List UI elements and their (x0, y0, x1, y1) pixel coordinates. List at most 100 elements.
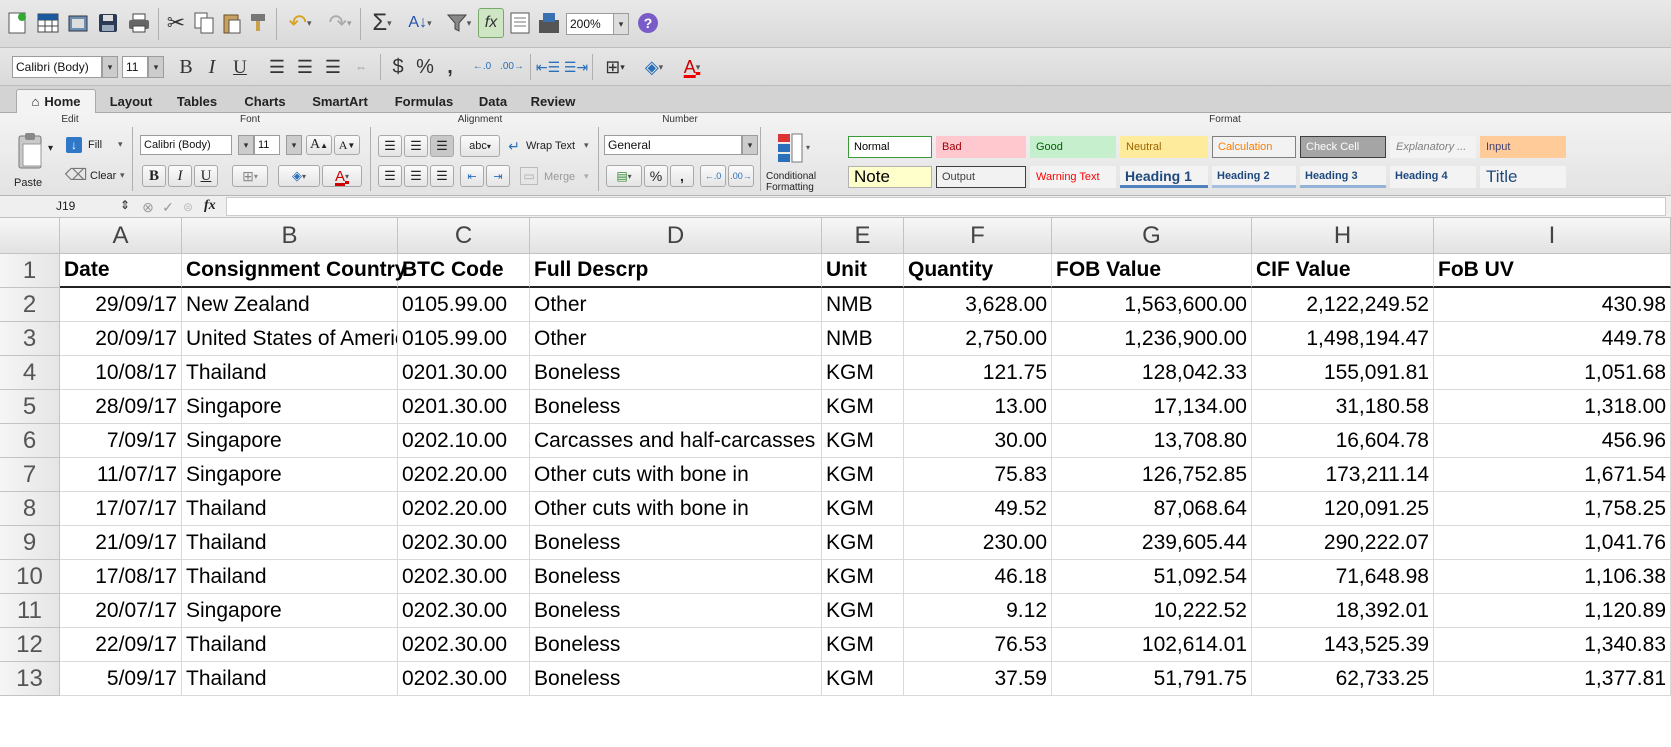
cell-a5[interactable]: 28/09/17 (60, 390, 182, 424)
cell-h2[interactable]: 2,122,249.52 (1252, 288, 1434, 322)
fill-down-icon[interactable]: ↓ (66, 137, 82, 153)
row-header-3[interactable]: 3 (0, 322, 60, 356)
conditional-formatting-label-2[interactable]: Formatting (766, 182, 814, 193)
decrease-decimal-icon[interactable]: .00→ (500, 55, 524, 79)
cell-f8[interactable]: 49.52 (904, 492, 1052, 526)
cell-f11[interactable]: 9.12 (904, 594, 1052, 628)
cell-c7[interactable]: 0202.20.00 (398, 458, 530, 492)
cell-i8[interactable]: 1,758.25 (1434, 492, 1671, 526)
cell-style-heading-4[interactable]: Heading 4 (1390, 166, 1476, 188)
cell-f4[interactable]: 121.75 (904, 356, 1052, 390)
tab-review[interactable]: Review (520, 89, 586, 113)
cell-style-good[interactable]: Good (1030, 136, 1116, 158)
cell-d4[interactable]: Boneless (530, 356, 822, 390)
cell-style-note[interactable]: Note (848, 166, 932, 188)
cell-i12[interactable]: 1,340.83 (1434, 628, 1671, 662)
cell-b6[interactable]: Singapore (182, 424, 398, 458)
cell-f9[interactable]: 230.00 (904, 526, 1052, 560)
cell-f5[interactable]: 13.00 (904, 390, 1052, 424)
merge-dropdown-icon[interactable]: ▾ (584, 171, 589, 182)
copy-icon[interactable] (192, 10, 216, 36)
ribbon-increase-indent-icon[interactable]: ⇥ (486, 165, 510, 187)
bold-button[interactable]: B (176, 55, 196, 79)
eraser-icon[interactable]: ⌫ (65, 167, 88, 185)
cell-d11[interactable]: Boneless (530, 594, 822, 628)
cell-g11[interactable]: 10,222.52 (1052, 594, 1252, 628)
row-header-4[interactable]: 4 (0, 356, 60, 390)
redo-icon[interactable]: ↷ ▾ (322, 10, 358, 36)
cell-i9[interactable]: 1,041.76 (1434, 526, 1671, 560)
format-painter-icon[interactable] (248, 10, 272, 36)
cell-h11[interactable]: 18,392.01 (1252, 594, 1434, 628)
column-header-a[interactable]: A (60, 218, 182, 254)
align-center-icon[interactable]: ☰ (294, 55, 316, 79)
cell-g13[interactable]: 51,791.75 (1052, 662, 1252, 696)
increase-indent-icon[interactable]: ☰⇥ (564, 55, 588, 79)
cell-style-bad[interactable]: Bad (936, 136, 1026, 158)
cell-b11[interactable]: Singapore (182, 594, 398, 628)
wrap-text-label[interactable]: Wrap Text (526, 140, 575, 152)
font-color-button[interactable]: A ▾ (674, 55, 710, 79)
number-increase-decimal-icon[interactable]: ←.0 (700, 165, 726, 187)
cell-f13[interactable]: 37.59 (904, 662, 1052, 696)
row-header-8[interactable]: 8 (0, 492, 60, 526)
column-header-i[interactable]: I (1434, 218, 1671, 254)
number-comma-button[interactable]: , (670, 165, 694, 187)
cell-c3[interactable]: 0105.99.00 (398, 322, 530, 356)
cell-b8[interactable]: Thailand (182, 492, 398, 526)
cell-c1[interactable]: BTC Code (398, 254, 530, 288)
cell-d12[interactable]: Boneless (530, 628, 822, 662)
cell-c13[interactable]: 0202.30.00 (398, 662, 530, 696)
row-header-11[interactable]: 11 (0, 594, 60, 628)
shrink-font-button[interactable]: A ▼ (334, 135, 360, 155)
cell-g5[interactable]: 17,134.00 (1052, 390, 1252, 424)
cell-e11[interactable]: KGM (822, 594, 904, 628)
gallery-icon[interactable] (536, 10, 562, 36)
cell-e13[interactable]: KGM (822, 662, 904, 696)
row-header-10[interactable]: 10 (0, 560, 60, 594)
cell-g12[interactable]: 102,614.01 (1052, 628, 1252, 662)
cell-c12[interactable]: 0202.30.00 (398, 628, 530, 662)
column-header-g[interactable]: G (1052, 218, 1252, 254)
cell-b1[interactable]: Consignment Country (182, 254, 407, 288)
wrap-text-dropdown-icon[interactable]: ▾ (584, 140, 589, 151)
ribbon-font-size-dropdown-icon[interactable]: ▾ (286, 135, 302, 155)
cell-a4[interactable]: 10/08/17 (60, 356, 182, 390)
column-header-c[interactable]: C (398, 218, 530, 254)
tab-data[interactable]: Data (468, 89, 518, 113)
orientation-button[interactable]: abc ▾ (460, 135, 500, 157)
italic-button[interactable]: I (202, 55, 222, 79)
cell-i10[interactable]: 1,106.38 (1434, 560, 1671, 594)
formula-builder-icon[interactable]: fx (478, 8, 504, 38)
row-header-5[interactable]: 5 (0, 390, 60, 424)
row-header-13[interactable]: 13 (0, 662, 60, 696)
ribbon-italic-button[interactable]: I (168, 165, 192, 187)
cell-e2[interactable]: NMB (822, 288, 904, 322)
cell-d6[interactable]: Carcasses and half-carcasses (530, 424, 822, 458)
cell-f2[interactable]: 3,628.00 (904, 288, 1052, 322)
fx-label[interactable]: fx (204, 198, 216, 214)
clear-dropdown-icon[interactable]: ▾ (120, 170, 125, 181)
tab-layout[interactable]: Layout (100, 89, 162, 113)
tab-charts[interactable]: Charts (232, 89, 298, 113)
cell-h12[interactable]: 143,525.39 (1252, 628, 1434, 662)
cell-style-output[interactable]: Output (936, 166, 1026, 188)
cell-style-heading-3[interactable]: Heading 3 (1300, 166, 1386, 188)
row-header-12[interactable]: 12 (0, 628, 60, 662)
cell-i11[interactable]: 1,120.89 (1434, 594, 1671, 628)
font-dropdown-icon[interactable]: ▾ (102, 56, 118, 78)
cell-i5[interactable]: 1,318.00 (1434, 390, 1671, 424)
cell-c4[interactable]: 0201.30.00 (398, 356, 530, 390)
wrap-text-icon[interactable]: ↵ (504, 135, 524, 157)
ribbon-font-color-button[interactable]: A ▾ (322, 165, 362, 187)
cell-e12[interactable]: KGM (822, 628, 904, 662)
cell-i4[interactable]: 1,051.68 (1434, 356, 1671, 390)
tab-home[interactable]: ⌂ Home (16, 89, 96, 113)
cell-i13[interactable]: 1,377.81 (1434, 662, 1671, 696)
fill-dropdown-icon[interactable]: ▾ (118, 139, 123, 150)
filter-icon[interactable]: ▾ (442, 10, 476, 36)
undo-icon[interactable]: ↶ ▾ (282, 10, 318, 36)
cell-f1[interactable]: Quantity (904, 254, 1052, 288)
cell-a1[interactable]: Date (60, 254, 182, 288)
name-box-stepper-icon[interactable]: ⇕ (120, 198, 130, 212)
